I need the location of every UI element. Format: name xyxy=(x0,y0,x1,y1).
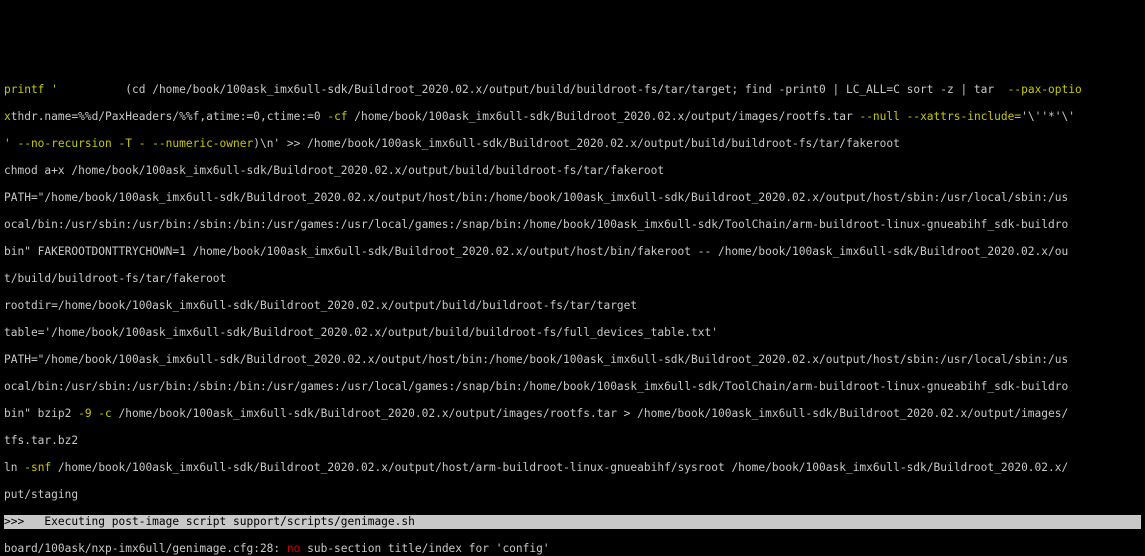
log-line: ln -snf /home/book/100ask_imx6ull-sdk/Bu… xyxy=(4,461,1141,475)
log-line: ' --no-recursion -T - --numeric-owner)\n… xyxy=(4,137,1141,151)
log-line: ocal/bin:/usr/sbin:/usr/bin:/sbin:/bin:/… xyxy=(4,218,1141,232)
log-line: board/100ask/nxp-imx6ull/genimage.cfg:28… xyxy=(4,542,1141,556)
log-line: printf ' (cd /home/book/100ask_imx6ull-s… xyxy=(4,83,1141,97)
log-line: chmod a+x /home/book/100ask_imx6ull-sdk/… xyxy=(4,164,1141,178)
log-line: PATH="/home/book/100ask_imx6ull-sdk/Buil… xyxy=(4,191,1141,205)
log-line: put/staging xyxy=(4,488,1141,502)
log-line: t/build/buildroot-fs/tar/fakeroot xyxy=(4,272,1141,286)
log-line: table='/home/book/100ask_imx6ull-sdk/Bui… xyxy=(4,326,1141,340)
log-line: PATH="/home/book/100ask_imx6ull-sdk/Buil… xyxy=(4,353,1141,367)
highlighted-line: >>> Executing post-image script support/… xyxy=(4,515,1141,529)
log-line: ocal/bin:/usr/sbin:/usr/bin:/sbin:/bin:/… xyxy=(4,380,1141,394)
log-line: xthdr.name=%%d/PaxHeaders/%%f,atime:=0,c… xyxy=(4,110,1141,124)
log-line: rootdir=/home/book/100ask_imx6ull-sdk/Bu… xyxy=(4,299,1141,313)
log-line: tfs.tar.bz2 xyxy=(4,434,1141,448)
log-line: bin" bzip2 -9 -c /home/book/100ask_imx6u… xyxy=(4,407,1141,421)
log-line: bin" FAKEROOTDONTTRYCHOWN=1 /home/book/1… xyxy=(4,245,1141,259)
terminal-output[interactable]: printf ' (cd /home/book/100ask_imx6ull-s… xyxy=(0,68,1145,556)
